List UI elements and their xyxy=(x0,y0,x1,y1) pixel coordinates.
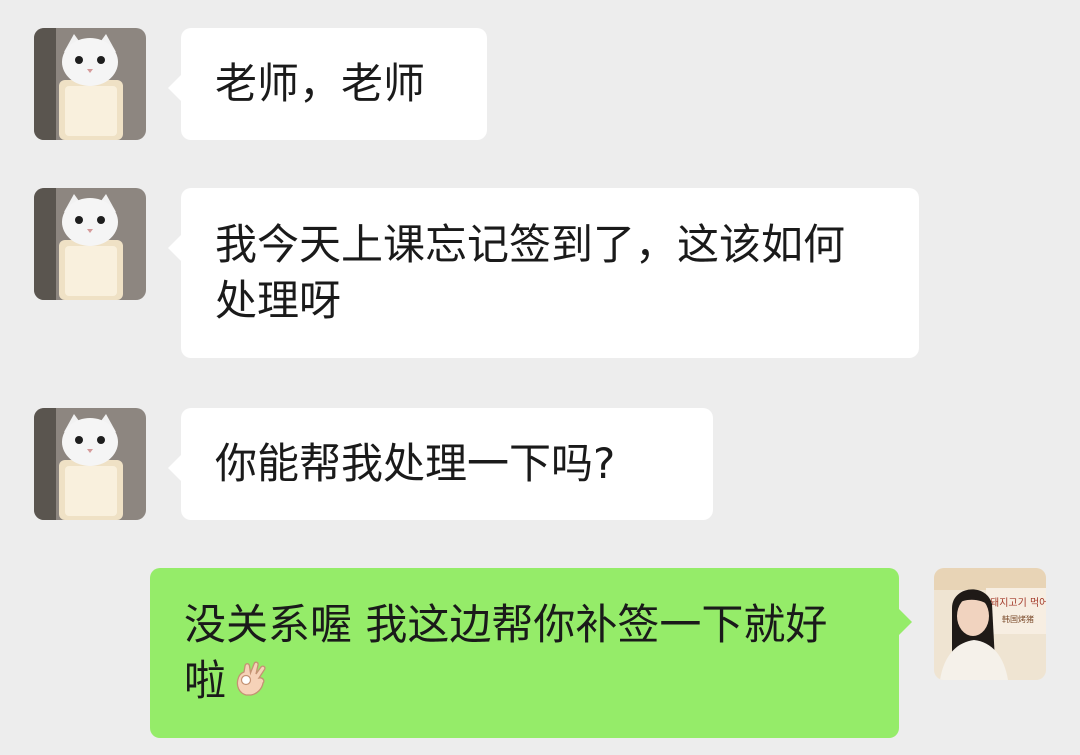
incoming-message-bubble[interactable]: 老师，老师 xyxy=(168,28,487,140)
cat-avatar-image xyxy=(34,188,146,300)
incoming-message-bubble[interactable]: 我今天上课忘记签到了，这该如何处理呀 xyxy=(168,188,919,358)
message-text: 你能帮我处理一下吗? xyxy=(215,439,616,488)
girl-avatar-image: 돼지고기 먹어 韩国烤猪 xyxy=(934,568,1046,680)
girl-avatar[interactable]: 돼지고기 먹어 韩国烤猪 xyxy=(934,568,1046,680)
cat-avatar[interactable] xyxy=(34,408,146,520)
cat-avatar[interactable] xyxy=(34,28,146,140)
poster-text: 돼지고기 먹어 xyxy=(990,597,1046,609)
outgoing-message-bubble[interactable]: 没关系喔 我这边帮你补签一下就好啦 xyxy=(150,568,912,738)
message-text: 没关系喔 我这边帮你补签一下就好啦 xyxy=(184,600,828,705)
cat-avatar-image xyxy=(34,28,146,140)
poster-text: 韩国烤猪 xyxy=(1002,614,1034,624)
message-text: 老师，老师 xyxy=(215,59,426,108)
cat-avatar-image xyxy=(34,408,146,520)
ok-hand-icon xyxy=(232,655,276,713)
message-text: 我今天上课忘记签到了，这该如何处理呀 xyxy=(215,220,846,325)
cat-avatar[interactable] xyxy=(34,188,146,300)
incoming-message-bubble[interactable]: 你能帮我处理一下吗? xyxy=(168,408,713,520)
